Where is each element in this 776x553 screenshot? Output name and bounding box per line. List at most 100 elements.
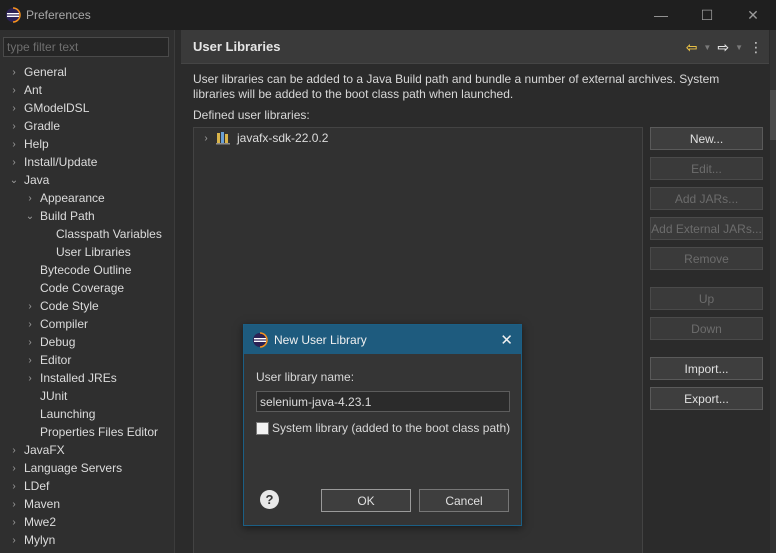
- tree-item[interactable]: › Language Servers: [0, 459, 170, 477]
- system-library-checkbox[interactable]: [256, 421, 269, 435]
- new-button[interactable]: New...: [650, 127, 763, 150]
- tree-item[interactable]: ›Launching: [0, 405, 170, 423]
- tree-item[interactable]: › Maven: [0, 495, 170, 513]
- export-button[interactable]: Export...: [650, 387, 763, 410]
- tree-item[interactable]: ›Classpath Variables: [0, 225, 170, 243]
- tree-item[interactable]: › Appearance: [0, 189, 170, 207]
- tree-item[interactable]: › Gradle: [0, 117, 170, 135]
- tree-item-label: Classpath Variables: [56, 227, 162, 241]
- chevron-right-icon[interactable]: ›: [8, 156, 20, 168]
- tree-item[interactable]: › Install/Update: [0, 153, 170, 171]
- tree-item[interactable]: › Installed JREs: [0, 369, 170, 387]
- remove-button[interactable]: Remove: [650, 247, 763, 270]
- library-name-input[interactable]: [256, 391, 510, 412]
- chevron-right-icon[interactable]: ›: [8, 84, 20, 96]
- tree-item[interactable]: › Compiler: [0, 315, 170, 333]
- chevron-right-icon[interactable]: ›: [200, 132, 212, 144]
- eclipse-icon: [5, 7, 21, 23]
- chevron-right-icon[interactable]: ›: [8, 516, 20, 528]
- tree-item-label: JUnit: [40, 389, 68, 403]
- tree-item-label: Properties Files Editor: [40, 425, 159, 439]
- tree-item[interactable]: ›Bytecode Outline: [0, 261, 170, 279]
- list-item[interactable]: › javafx-sdk-22.0.2: [200, 130, 328, 146]
- up-button[interactable]: Up: [650, 287, 763, 310]
- system-library-option[interactable]: System library (added to the boot class …: [256, 421, 510, 435]
- tree-item[interactable]: ›Properties Files Editor: [0, 423, 170, 441]
- chevron-right-icon[interactable]: ›: [24, 318, 36, 330]
- chevron-right-icon[interactable]: ›: [24, 300, 36, 312]
- dialog-titlebar: New User Library ✕: [244, 325, 521, 354]
- system-library-label[interactable]: System library (added to the boot class …: [272, 421, 510, 435]
- tree-item-label: Code Coverage: [40, 281, 125, 295]
- chevron-right-icon[interactable]: ›: [8, 66, 20, 78]
- chevron-right-icon[interactable]: ›: [8, 120, 20, 132]
- close-icon[interactable]: ✕: [500, 331, 513, 349]
- back-arrow-icon[interactable]: ⇦: [686, 39, 698, 56]
- chevron-right-icon[interactable]: ›: [8, 444, 20, 456]
- window-titlebar: Preferences — ☐ ✕: [0, 0, 776, 30]
- chevron-down-icon[interactable]: ⌄: [24, 210, 36, 222]
- tree-item[interactable]: › Mwe2: [0, 513, 170, 531]
- tree-item[interactable]: ›User Libraries: [0, 243, 170, 261]
- tree-item[interactable]: › Mylyn: [0, 531, 170, 549]
- chevron-right-icon[interactable]: ›: [24, 372, 36, 384]
- tree-item-label: Mylyn: [24, 533, 56, 547]
- scrollbar-thumb[interactable]: [770, 90, 776, 140]
- chevron-right-icon[interactable]: ›: [24, 192, 36, 204]
- vertical-scrollbar[interactable]: [770, 30, 776, 553]
- chevron-right-icon[interactable]: ›: [8, 534, 20, 546]
- tree-item-label: User Libraries: [56, 245, 131, 259]
- tree-item[interactable]: › Ant: [0, 81, 170, 99]
- tree-item-label: Java: [24, 173, 50, 187]
- chevron-right-icon[interactable]: ›: [8, 102, 20, 114]
- dialog-title: New User Library: [274, 332, 367, 347]
- page-title: User Libraries: [193, 39, 281, 54]
- chevron-right-icon[interactable]: ›: [8, 138, 20, 150]
- tree-item[interactable]: › GModelDSL: [0, 99, 170, 117]
- chevron-right-icon[interactable]: ›: [8, 462, 20, 474]
- ok-button[interactable]: OK: [321, 489, 411, 512]
- add-external-jars-button[interactable]: Add External JARs...: [650, 217, 763, 240]
- tree-item[interactable]: › JavaFX: [0, 441, 170, 459]
- chevron-right-icon[interactable]: ›: [8, 480, 20, 492]
- tree-item[interactable]: ›JUnit: [0, 387, 170, 405]
- preferences-tree: › General › Ant › GModelDSL › Gradle › Help › Insta…: [0, 63, 170, 549]
- minimize-button[interactable]: —: [638, 0, 684, 30]
- filter-input[interactable]: [3, 37, 169, 57]
- edit-button[interactable]: Edit...: [650, 157, 763, 180]
- tree-item-label: Editor: [40, 353, 72, 367]
- tree-item-label: Code Style: [40, 299, 99, 313]
- tree-item-label: Bytecode Outline: [40, 263, 132, 277]
- tree-item-label: Appearance: [40, 191, 105, 205]
- forward-dropdown-icon[interactable]: ▼: [735, 43, 743, 52]
- down-button[interactable]: Down: [650, 317, 763, 340]
- tree-item-label: Install/Update: [24, 155, 98, 169]
- maximize-button[interactable]: ☐: [684, 0, 730, 30]
- tree-item-label: JavaFX: [24, 443, 65, 457]
- help-icon[interactable]: ?: [260, 490, 279, 509]
- close-window-button[interactable]: ✕: [730, 0, 776, 30]
- cancel-button[interactable]: Cancel: [419, 489, 509, 512]
- import-button[interactable]: Import...: [650, 357, 763, 380]
- chevron-right-icon[interactable]: ›: [24, 336, 36, 348]
- tree-item[interactable]: ⌄ Build Path: [0, 207, 170, 225]
- chevron-right-icon[interactable]: ›: [24, 354, 36, 366]
- back-dropdown-icon[interactable]: ▼: [703, 43, 711, 52]
- library-name-label: User library name:: [256, 370, 355, 384]
- tree-item[interactable]: › LDef: [0, 477, 170, 495]
- tree-item[interactable]: ›Code Coverage: [0, 279, 170, 297]
- tree-item[interactable]: › General: [0, 63, 170, 81]
- tree-item[interactable]: › Help: [0, 135, 170, 153]
- tree-item[interactable]: › Editor: [0, 351, 170, 369]
- preferences-tree-panel: › General › Ant › GModelDSL › Gradle › Help › Insta…: [0, 30, 175, 553]
- chevron-down-icon[interactable]: ⌄: [8, 174, 20, 186]
- tree-item-label: Launching: [40, 407, 96, 421]
- view-menu-icon[interactable]: ⋮: [749, 39, 763, 56]
- tree-item[interactable]: › Code Style: [0, 297, 170, 315]
- forward-arrow-icon[interactable]: ⇨: [717, 39, 729, 56]
- add-jars-button[interactable]: Add JARs...: [650, 187, 763, 210]
- chevron-right-icon[interactable]: ›: [8, 498, 20, 510]
- tree-item[interactable]: ⌄ Java: [0, 171, 170, 189]
- library-name: javafx-sdk-22.0.2: [237, 131, 329, 145]
- tree-item[interactable]: › Debug: [0, 333, 170, 351]
